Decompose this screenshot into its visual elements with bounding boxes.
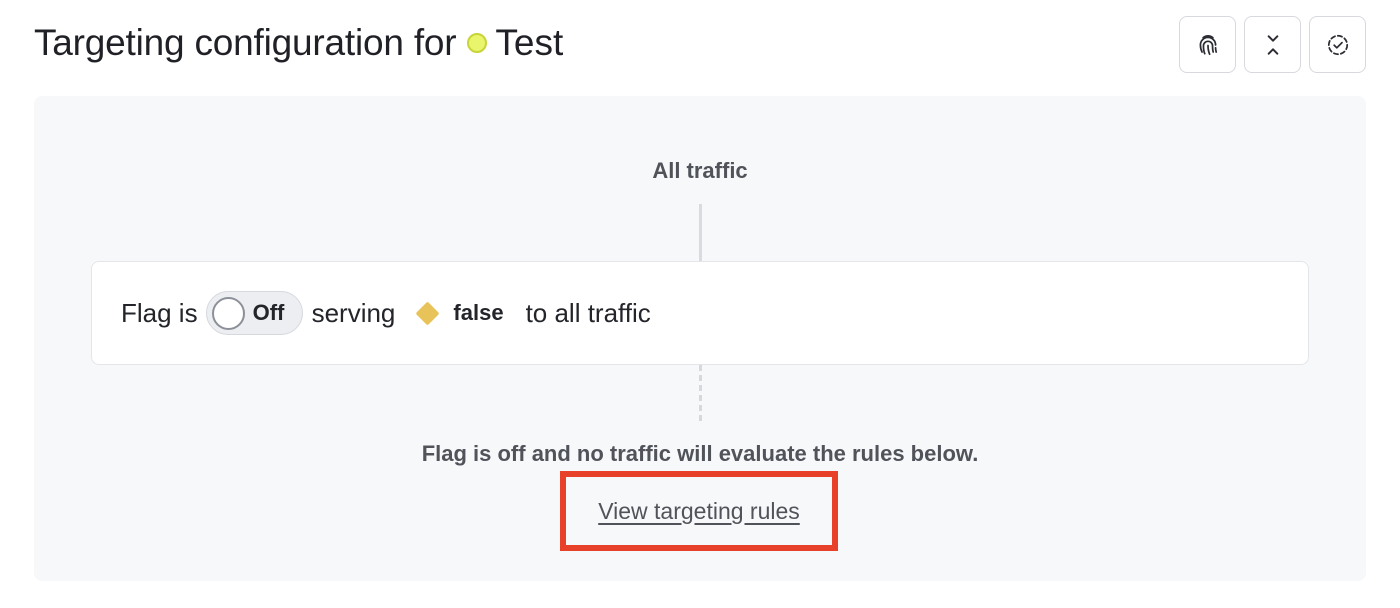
flag-off-message: Flag is off and no traffic will evaluate… bbox=[421, 441, 979, 466]
toggle-knob bbox=[211, 296, 245, 330]
page-title: Targeting configuration for bbox=[34, 22, 457, 63]
header-toolbar bbox=[1179, 16, 1366, 73]
view-targeting-rules-link[interactable]: View targeting rules bbox=[598, 498, 800, 525]
fingerprint-button[interactable] bbox=[1179, 16, 1236, 73]
all-traffic-label: All traffic bbox=[652, 158, 748, 183]
targeting-panel: All traffic Flag is Off serving false to… bbox=[34, 96, 1366, 581]
flag-is-label: Flag is bbox=[121, 297, 198, 328]
collapse-icon bbox=[1267, 34, 1278, 55]
collapse-button[interactable] bbox=[1244, 16, 1301, 73]
environment-color-dot bbox=[467, 33, 488, 53]
environment-name: Test bbox=[495, 22, 564, 63]
check-circle-dashed-icon bbox=[1327, 34, 1348, 55]
all-traffic-suffix: to all traffic bbox=[525, 297, 651, 328]
variation-name: false bbox=[453, 300, 504, 325]
serving-label: serving bbox=[311, 297, 396, 328]
variation-diamond-icon bbox=[415, 300, 440, 326]
variation: false bbox=[415, 300, 504, 326]
dashed-connector-line bbox=[699, 365, 702, 423]
fingerprint-icon bbox=[1199, 34, 1217, 55]
highlight-box: View targeting rules bbox=[560, 471, 838, 551]
check-circle-button[interactable] bbox=[1309, 16, 1366, 73]
connector-line bbox=[699, 204, 702, 261]
toggle-label: Off bbox=[252, 300, 285, 325]
flag-toggle[interactable]: Off bbox=[205, 291, 303, 335]
page-header: Targeting configuration for Test bbox=[34, 22, 563, 64]
flag-status-card: Flag is Off serving false to all traffic bbox=[91, 261, 1309, 365]
